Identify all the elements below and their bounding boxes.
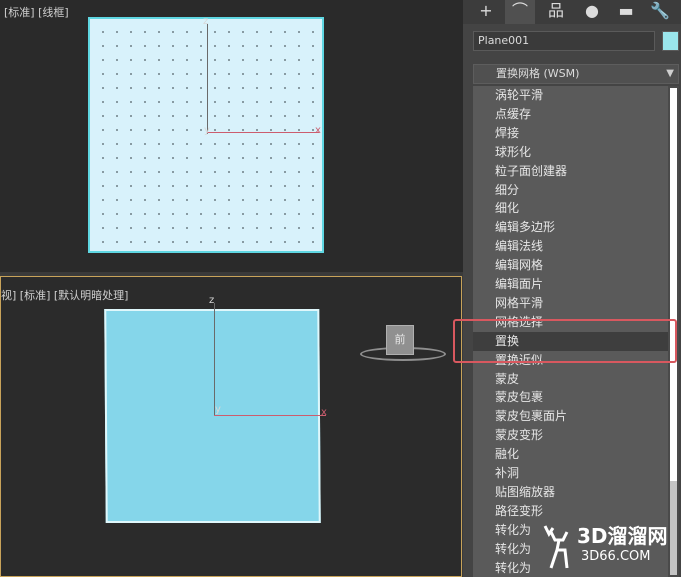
- z-axis-line: [207, 24, 208, 134]
- modifier-list-item[interactable]: 网格平滑: [473, 294, 668, 313]
- modifier-list-item[interactable]: 细化: [473, 199, 668, 218]
- x-axis-line: [207, 132, 319, 133]
- object-name-field[interactable]: Plane001: [473, 31, 655, 51]
- modifier-list-item[interactable]: 编辑面片: [473, 275, 668, 294]
- deer-logo-icon: [543, 525, 569, 569]
- x-axis-label: x: [315, 125, 321, 136]
- motion-icon[interactable]: ●: [577, 0, 607, 24]
- highlight-box: [453, 319, 677, 363]
- modifier-list-item[interactable]: 点缓存: [473, 105, 668, 124]
- z-axis-label-bottom: z: [209, 295, 215, 306]
- modifier-list-item[interactable]: 球形化: [473, 143, 668, 162]
- viewcube[interactable]: 前: [386, 325, 414, 355]
- command-panel-tabs: + ⌒ 品 ● ▬ 🔧: [463, 0, 681, 24]
- object-color-swatch[interactable]: [662, 31, 679, 51]
- modifier-dropdown-value: 置换网格 (WSM): [496, 67, 580, 80]
- x-axis-label-bottom: x: [321, 407, 327, 418]
- watermark: 3D溜溜网 3D66.COM: [533, 518, 681, 577]
- modifier-list-item[interactable]: 编辑多边形: [473, 218, 668, 237]
- x-axis-line-bottom: [214, 415, 326, 416]
- modifier-list-item[interactable]: 粒子面创建器: [473, 162, 668, 181]
- modifier-list-item[interactable]: 融化: [473, 445, 668, 464]
- modifier-list-item[interactable]: 贴图缩放器: [473, 483, 668, 502]
- top-viewport[interactable]: [标准] [线框] z y x: [0, 0, 463, 272]
- command-panel: + ⌒ 品 ● ▬ 🔧 Plane001 置换网格 (WSM) ▼ 涡轮平滑 点缓…: [463, 0, 681, 577]
- y-axis-label: y: [204, 125, 210, 136]
- watermark-url: 3D66.COM: [581, 549, 651, 564]
- plane-object-bottom[interactable]: [104, 309, 321, 523]
- modifier-list-item[interactable]: 蒙皮: [473, 370, 668, 389]
- viewport-label-top[interactable]: [标准] [线框]: [4, 4, 69, 20]
- modifier-list-item[interactable]: 焊接: [473, 124, 668, 143]
- z-axis-label: z: [203, 16, 209, 27]
- plus-icon[interactable]: +: [471, 0, 501, 24]
- modify-icon[interactable]: ⌒: [505, 0, 535, 24]
- modifier-list-item[interactable]: 蒙皮包裹面片: [473, 407, 668, 426]
- modifier-list-item[interactable]: 补洞: [473, 464, 668, 483]
- viewport-label-bottom[interactable]: 视] [标准] [默认明暗处理]: [1, 287, 128, 303]
- utilities-icon[interactable]: 🔧: [645, 0, 675, 24]
- perspective-viewport[interactable]: 视] [标准] [默认明暗处理] z y x: [0, 276, 462, 577]
- y-axis-label-bottom: y: [215, 404, 221, 415]
- modifier-list-item[interactable]: 涡轮平滑: [473, 86, 668, 105]
- chevron-down-icon: ▼: [666, 68, 674, 79]
- z-axis-line-bottom: [214, 303, 215, 416]
- modifier-list-item[interactable]: 蒙皮变形: [473, 426, 668, 445]
- watermark-brand: 3D溜溜网: [577, 524, 668, 548]
- modifier-list-item[interactable]: 细分: [473, 181, 668, 200]
- modifier-list-item[interactable]: 编辑网格: [473, 256, 668, 275]
- modifier-list-dropdown[interactable]: 置换网格 (WSM) ▼: [473, 64, 679, 84]
- modifier-list-item[interactable]: 蒙皮包裹: [473, 388, 668, 407]
- modifier-list-item[interactable]: 编辑法线: [473, 237, 668, 256]
- display-icon[interactable]: ▬: [611, 0, 641, 24]
- hierarchy-icon[interactable]: 品: [541, 0, 571, 24]
